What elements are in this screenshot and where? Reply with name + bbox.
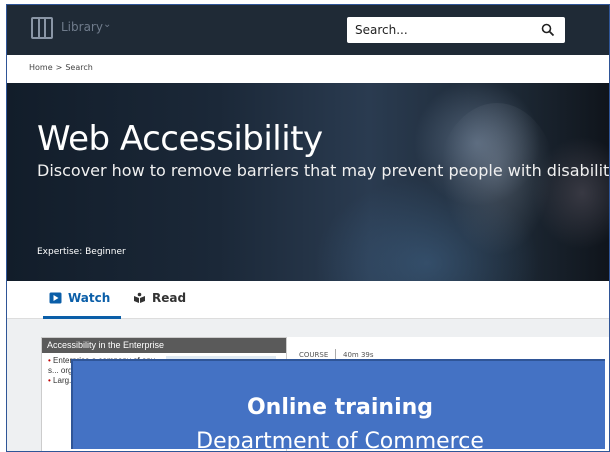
- expertise-level: Expertise: Beginner: [37, 247, 126, 257]
- tab-read[interactable]: Read: [133, 291, 186, 305]
- tab-watch[interactable]: Watch: [49, 291, 110, 305]
- play-icon: [49, 292, 62, 304]
- top-navigation-bar: Library ⌄ Search...: [7, 5, 609, 55]
- tab-read-label: Read: [152, 291, 187, 305]
- overlay-title: Online training: [246, 395, 434, 420]
- search-icon[interactable]: [541, 23, 555, 37]
- overlay-banner: Online training Department of Commerce: [71, 359, 605, 452]
- library-icon[interactable]: [31, 17, 53, 39]
- book-icon: [134, 292, 145, 303]
- content-tabs: Watch Read: [7, 281, 609, 319]
- course-type: COURSE: [299, 351, 329, 359]
- chevron-down-icon[interactable]: ⌄: [103, 19, 111, 30]
- tab-watch-label: Watch: [68, 291, 111, 305]
- breadcrumb: Home > Search: [29, 63, 93, 72]
- breadcrumb-separator: >: [55, 63, 63, 72]
- overlay-subtitle: Department of Commerce: [196, 429, 484, 452]
- app-window: Library ⌄ Search... Home > Search Web Acce…: [6, 4, 610, 452]
- course-duration: 40m 39s: [343, 351, 374, 359]
- breadcrumb-current: Search: [65, 63, 93, 72]
- hero-banner: Web Accessibility Discover how to remove…: [7, 83, 610, 281]
- search-input[interactable]: Search...: [355, 23, 408, 37]
- page-title: Web Accessibility: [37, 119, 323, 159]
- hero-background-image: [437, 103, 557, 263]
- library-menu-label[interactable]: Library: [61, 20, 103, 34]
- page-subtitle: Discover how to remove barriers that may…: [37, 161, 610, 180]
- search-box[interactable]: Search...: [347, 17, 565, 43]
- breadcrumb-home-link[interactable]: Home: [29, 63, 53, 72]
- thumbnail-title: Accessibility in the Enterprise: [42, 338, 286, 353]
